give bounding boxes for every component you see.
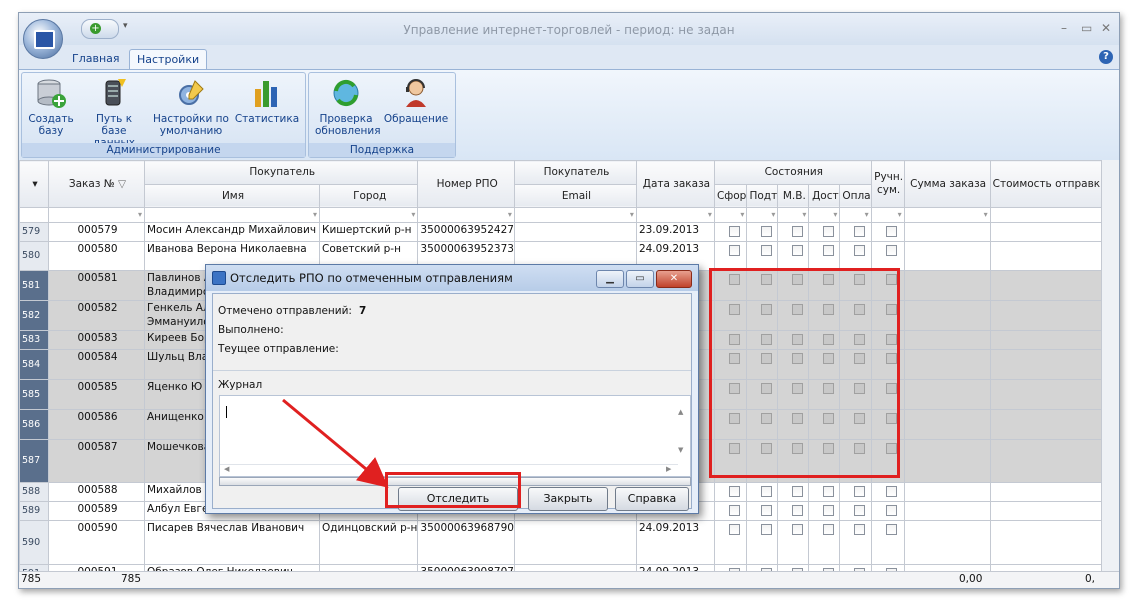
app-menu-button[interactable] bbox=[23, 19, 63, 59]
annotation-arrow bbox=[282, 398, 389, 488]
app-logo-icon bbox=[34, 30, 55, 49]
